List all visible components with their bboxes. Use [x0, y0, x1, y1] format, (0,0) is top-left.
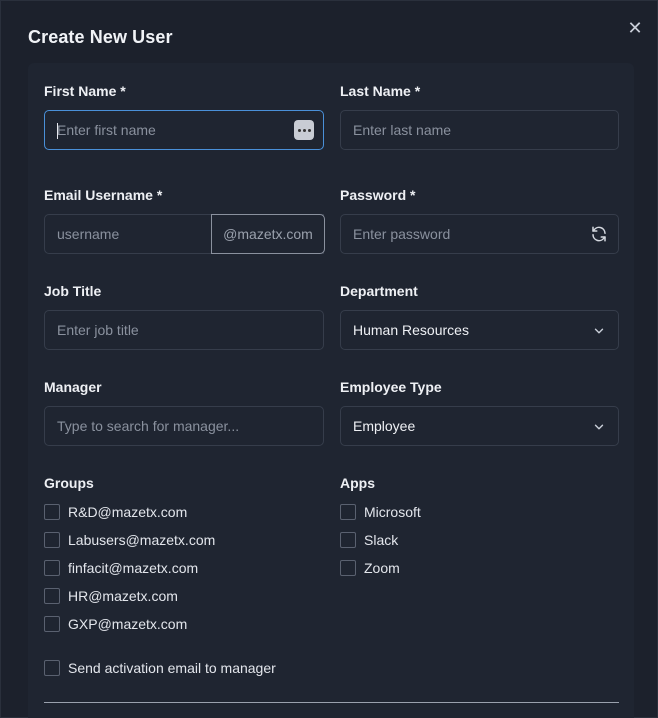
- department-select[interactable]: Human Resources: [340, 310, 619, 350]
- email-username-field[interactable]: @mazetx.com: [44, 214, 325, 254]
- first-name-field[interactable]: [44, 110, 324, 150]
- first-name-input[interactable]: [45, 111, 323, 149]
- job-title-field[interactable]: [44, 310, 324, 350]
- group-label: Labusers@mazetx.com: [68, 532, 216, 548]
- send-activation-option[interactable]: Send activation email to manager: [44, 659, 276, 677]
- department-label: Department: [340, 283, 418, 299]
- email-domain-suffix: @mazetx.com: [211, 214, 325, 254]
- manager-search-input[interactable]: [45, 407, 323, 445]
- group-checkbox[interactable]: [44, 532, 60, 548]
- password-label: Password *: [340, 187, 416, 203]
- job-title-label: Job Title: [44, 283, 102, 299]
- job-title-input[interactable]: [45, 311, 323, 349]
- employee-type-select[interactable]: Employee: [340, 406, 619, 446]
- app-checkbox[interactable]: [340, 560, 356, 576]
- group-option[interactable]: Labusers@mazetx.com: [44, 531, 215, 549]
- chevron-down-icon: [594, 328, 604, 334]
- employee-type-label: Employee Type: [340, 379, 442, 395]
- groups-label: Groups: [44, 475, 94, 491]
- group-checkbox[interactable]: [44, 560, 60, 576]
- group-option[interactable]: GXP@mazetx.com: [44, 615, 187, 633]
- password-field[interactable]: [340, 214, 619, 254]
- group-option[interactable]: HR@mazetx.com: [44, 587, 178, 605]
- app-label: Zoom: [364, 560, 400, 576]
- employee-type-value: Employee: [353, 418, 416, 434]
- create-user-dialog: Create New User ✕ First Name * Last Name…: [0, 0, 658, 718]
- apps-label: Apps: [340, 475, 375, 491]
- group-checkbox[interactable]: [44, 504, 60, 520]
- app-label: Slack: [364, 532, 399, 548]
- app-checkbox[interactable]: [340, 504, 356, 520]
- email-username-input[interactable]: [45, 215, 211, 253]
- last-name-label: Last Name *: [340, 83, 421, 99]
- text-caret: [57, 123, 58, 139]
- chevron-down-icon: [594, 424, 604, 430]
- app-label: Microsoft: [364, 504, 421, 520]
- dialog-title: Create New User: [28, 27, 173, 47]
- app-checkbox[interactable]: [340, 532, 356, 548]
- manager-label: Manager: [44, 379, 102, 395]
- last-name-field[interactable]: [340, 110, 619, 150]
- app-option[interactable]: Microsoft: [340, 503, 421, 521]
- password-input[interactable]: [341, 215, 618, 253]
- refresh-icon[interactable]: [590, 225, 608, 243]
- group-label: finfacit@mazetx.com: [68, 560, 199, 576]
- group-label: R&D@mazetx.com: [68, 504, 188, 520]
- first-name-label: First Name *: [44, 83, 126, 99]
- close-icon[interactable]: ✕: [625, 18, 645, 38]
- group-option[interactable]: R&D@mazetx.com: [44, 503, 187, 521]
- group-label: GXP@mazetx.com: [68, 616, 188, 632]
- group-checkbox[interactable]: [44, 588, 60, 604]
- last-name-input[interactable]: [341, 111, 618, 149]
- send-activation-checkbox[interactable]: [44, 660, 60, 676]
- divider: [44, 702, 619, 703]
- app-option[interactable]: Zoom: [340, 559, 400, 577]
- more-options-icon[interactable]: [294, 120, 314, 140]
- department-value: Human Resources: [353, 322, 469, 338]
- group-checkbox[interactable]: [44, 616, 60, 632]
- group-option[interactable]: finfacit@mazetx.com: [44, 559, 198, 577]
- email-username-label: Email Username *: [44, 187, 163, 203]
- manager-field[interactable]: [44, 406, 324, 446]
- group-label: HR@mazetx.com: [68, 588, 178, 604]
- app-option[interactable]: Slack: [340, 531, 398, 549]
- send-activation-label: Send activation email to manager: [68, 660, 276, 676]
